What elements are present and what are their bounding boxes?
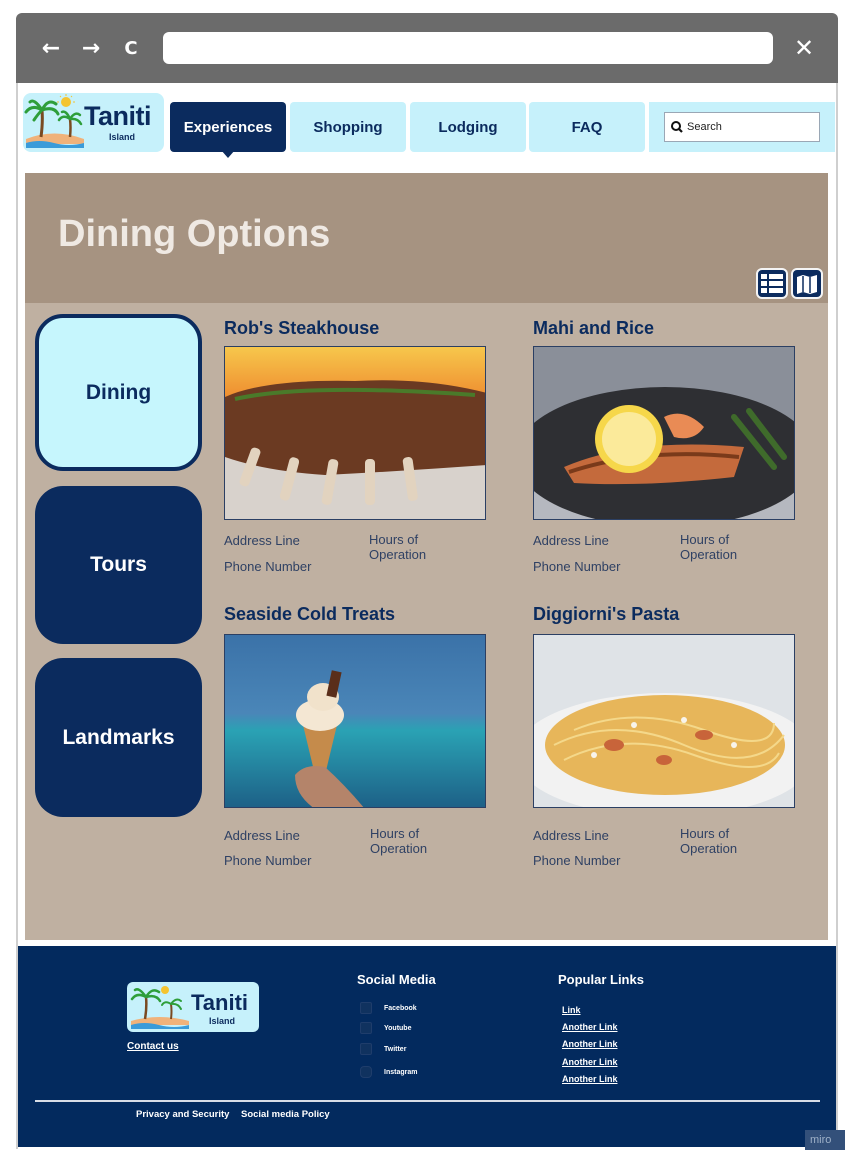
address-line: Address Line — [224, 828, 300, 843]
address-line: Address Line — [224, 533, 300, 548]
popular-link[interactable]: Another Link — [562, 1074, 618, 1084]
miro-watermark: miro — [805, 1130, 845, 1150]
ice-cream-image[interactable] — [224, 634, 486, 808]
social-twitter[interactable]: Twitter — [360, 1042, 406, 1056]
social-label: Facebook — [384, 1004, 417, 1012]
social-policy-link[interactable]: Social media Policy — [241, 1109, 330, 1120]
address-line: Address Line — [533, 828, 609, 843]
search-input[interactable] — [687, 121, 807, 133]
phone-number: Phone Number — [533, 559, 621, 574]
footer-logo-subtitle: Island — [209, 1016, 236, 1026]
popular-link[interactable]: Another Link — [562, 1039, 618, 1049]
search-icon — [671, 121, 683, 133]
category-dining[interactable]: Dining — [35, 314, 202, 471]
address-line: Address Line — [533, 533, 609, 548]
hours-of-operation: Hours of Operation — [680, 532, 738, 562]
popular-links-heading: Popular Links — [558, 972, 644, 987]
category-landmarks[interactable]: Landmarks — [35, 658, 202, 817]
tab-faq[interactable]: FAQ — [529, 102, 645, 152]
restaurant-name[interactable]: Seaside Cold Treats — [224, 604, 395, 625]
page-title: Dining Options — [58, 213, 331, 255]
forward-icon[interactable]: → — [79, 37, 103, 61]
instagram-icon — [360, 1066, 372, 1078]
back-icon[interactable]: ← — [39, 37, 63, 61]
twitter-icon — [360, 1043, 372, 1055]
phone-number: Phone Number — [533, 853, 621, 868]
reload-icon[interactable]: C — [119, 37, 143, 61]
palm-island-icon — [24, 94, 84, 148]
logo-title: Taniti — [84, 101, 152, 131]
map-icon — [797, 274, 817, 294]
tab-shopping[interactable]: Shopping — [290, 102, 406, 152]
footer-logo-title: Taniti — [191, 990, 249, 1015]
salmon-plate-image[interactable] — [533, 346, 795, 520]
popular-link[interactable]: Another Link — [562, 1022, 618, 1032]
popular-link[interactable]: Another Link — [562, 1057, 618, 1067]
social-label: Twitter — [384, 1045, 407, 1053]
tab-experiences[interactable]: Experiences — [170, 102, 286, 152]
social-label: Instagram — [384, 1068, 418, 1076]
logo-subtitle: Island — [109, 132, 136, 142]
restaurant-name[interactable]: Diggiorni's Pasta — [533, 604, 679, 625]
footer-logo[interactable]: Taniti Island — [127, 982, 259, 1032]
active-tab-pointer — [221, 150, 235, 158]
hours-of-operation: Hours of Operation — [369, 532, 427, 562]
social-facebook[interactable]: Facebook — [360, 1001, 417, 1015]
facebook-icon — [360, 1002, 372, 1014]
social-label: Youtube — [384, 1024, 412, 1032]
footer-divider — [35, 1100, 820, 1102]
map-view-button[interactable] — [791, 268, 823, 299]
tab-lodging[interactable]: Lodging — [410, 102, 526, 152]
hours-of-operation: Hours of Operation — [370, 826, 428, 856]
list-icon — [761, 273, 783, 293]
social-media-heading: Social Media — [357, 972, 436, 987]
hours-of-operation: Hours of Operation — [680, 826, 738, 856]
hero-banner: Dining Options — [25, 173, 828, 303]
privacy-link[interactable]: Privacy and Security — [136, 1109, 229, 1120]
popular-link[interactable]: Link — [562, 1005, 581, 1015]
contact-us-link[interactable]: Contact us — [127, 1041, 179, 1052]
restaurant-name[interactable]: Rob's Steakhouse — [224, 318, 379, 339]
palm-island-icon — [130, 986, 189, 1029]
search-box[interactable] — [664, 112, 820, 142]
steak-ribs-image[interactable] — [224, 346, 486, 520]
phone-number: Phone Number — [224, 559, 312, 574]
address-bar[interactable] — [163, 32, 773, 64]
category-tours[interactable]: Tours — [35, 486, 202, 644]
restaurant-name[interactable]: Mahi and Rice — [533, 318, 654, 339]
browser-toolbar: ← → C ✕ — [16, 13, 838, 83]
pasta-image[interactable] — [533, 634, 795, 808]
social-instagram[interactable]: Instagram — [360, 1065, 417, 1079]
site-logo[interactable]: Taniti Island — [23, 93, 164, 152]
close-icon[interactable]: ✕ — [792, 35, 816, 61]
social-youtube[interactable]: Youtube — [360, 1021, 411, 1035]
phone-number: Phone Number — [224, 853, 312, 868]
list-view-button[interactable] — [756, 268, 788, 299]
youtube-icon — [360, 1022, 372, 1034]
